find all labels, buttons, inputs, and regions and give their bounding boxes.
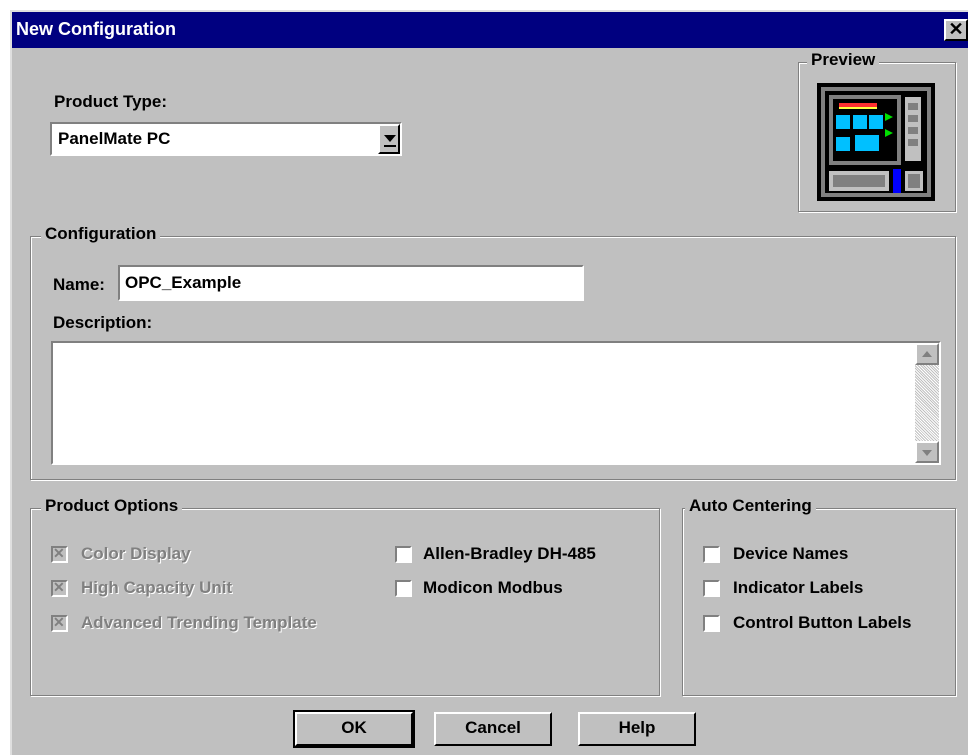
dropdown-button[interactable] [378, 124, 400, 154]
window-title: New Configuration [16, 19, 176, 39]
indicator-labels-checkbox[interactable] [703, 580, 720, 597]
product-type-select[interactable]: PanelMate PC [50, 122, 402, 156]
configuration-group-label: Configuration [41, 224, 161, 244]
ok-button[interactable]: OK [293, 710, 415, 748]
modicon-modbus-label[interactable]: Modicon Modbus [423, 578, 563, 598]
close-button[interactable]: ✕ [944, 19, 968, 41]
indicator-labels-label[interactable]: Indicator Labels [733, 578, 863, 598]
check-mark-icon: ✕ [53, 614, 65, 630]
auto-centering-group: Auto Centering Device Names Indicator La… [682, 496, 956, 696]
chevron-down-icon [384, 135, 396, 142]
product-type-label: Product Type: [54, 92, 168, 111]
panel-device-icon [817, 83, 935, 201]
allen-bradley-checkbox[interactable] [395, 546, 412, 563]
high-capacity-unit-label: High Capacity Unit [81, 578, 233, 597]
name-field-value: OPC_Example [125, 273, 242, 292]
close-icon: ✕ [948, 19, 964, 39]
allen-bradley-label[interactable]: Allen-Bradley DH-485 [423, 544, 596, 564]
configuration-group: Configuration Name: OPC_Example Descript… [30, 224, 956, 480]
preview-group: Preview [798, 50, 956, 212]
description-label: Description: [53, 313, 153, 332]
device-names-checkbox[interactable] [703, 546, 720, 563]
title-bar[interactable]: New Configuration ✕ [12, 12, 968, 48]
high-capacity-unit-checkbox: ✕ [51, 579, 68, 597]
device-names-label[interactable]: Device Names [733, 544, 848, 564]
help-button[interactable]: Help [578, 712, 696, 746]
product-options-group: Product Options ✕ Color Display ✕ High C… [30, 496, 660, 696]
check-mark-icon: ✕ [53, 545, 65, 561]
color-display-label: Color Display [81, 544, 191, 563]
description-scrollbar[interactable] [915, 343, 939, 463]
arrow-up-icon [922, 351, 932, 357]
product-type-value: PanelMate PC [58, 129, 171, 148]
arrow-down-icon [922, 450, 932, 456]
product-options-group-label: Product Options [41, 496, 183, 516]
control-button-labels-checkbox[interactable] [703, 615, 720, 632]
auto-centering-group-label: Auto Centering [685, 496, 816, 516]
scroll-track[interactable] [915, 365, 939, 441]
advanced-trending-label: Advanced Trending Template [81, 613, 317, 632]
dialog-window: New Configuration ✕ Product Type: PanelM… [10, 10, 968, 755]
name-field[interactable]: OPC_Example [118, 265, 584, 301]
advanced-trending-checkbox: ✕ [51, 614, 68, 632]
name-label: Name: [53, 275, 105, 294]
description-field[interactable] [51, 341, 941, 465]
scroll-down-button[interactable] [915, 441, 939, 463]
color-display-checkbox: ✕ [51, 545, 68, 563]
scroll-up-button[interactable] [915, 343, 939, 365]
preview-label: Preview [807, 50, 880, 70]
check-mark-icon: ✕ [53, 579, 65, 595]
control-button-labels-label[interactable]: Control Button Labels [733, 613, 911, 633]
modicon-modbus-checkbox[interactable] [395, 580, 412, 597]
cancel-button[interactable]: Cancel [434, 712, 552, 746]
